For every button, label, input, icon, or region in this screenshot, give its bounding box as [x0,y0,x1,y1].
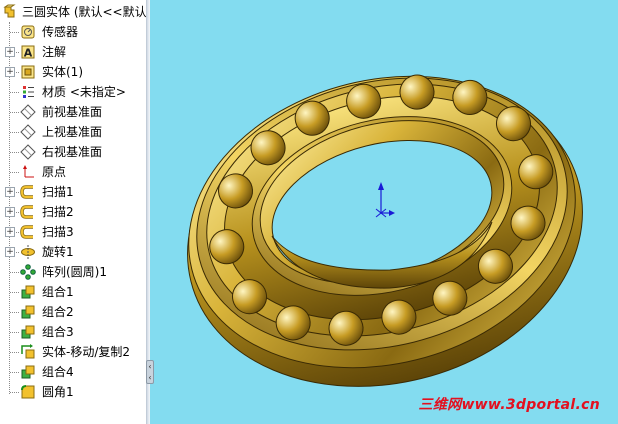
material-icon [23,86,34,98]
part-icon [3,4,16,18]
tree-item-label: 组合3 [42,325,74,339]
tree-connector [10,392,19,393]
tree-connector [10,92,19,93]
tree-connector [10,172,19,173]
tree-connector [10,312,19,313]
watermark: 三维网www.3dportal.cn [418,397,600,413]
sweep-icon [20,185,33,199]
tree-connector [10,332,19,333]
tree-item-label: 前视基准面 [42,105,103,119]
tree-item-label: 圆角1 [42,385,74,399]
expand-toggle[interactable]: + [5,67,15,77]
annotation-icon: A [21,45,35,60]
tree-item[interactable]: 原点 [0,162,146,182]
revolve-icon [21,245,35,259]
tree-item[interactable]: 右视基准面 [0,142,146,162]
tree-item-label: 实体-移动/复制2 [42,345,131,359]
tree-item[interactable]: 上视基准面 [0,122,146,142]
expand-toggle[interactable]: + [5,247,15,257]
tree-item[interactable]: 阵列(圆周)1 [0,262,146,282]
tree-connector [10,112,19,113]
tree-item-label: 组合2 [42,305,74,319]
circular-pattern-icon [20,264,36,280]
plane-icon [20,104,36,120]
move-copy-icon [21,344,35,359]
feature-manager-tree: 三圆实体 (默认<<默认 传感器 + A 注解 + 实体(1) 材质 <未指定> 前视基准面上… [0,0,146,424]
tree-item-label: 材质 <未指定> [42,85,126,99]
tree-item[interactable]: 材质 <未指定> [0,82,146,102]
tree-item[interactable]: 实体-移动/复制2 [0,342,146,362]
tree-item[interactable]: 前视基准面 [0,102,146,122]
tree-item-label: 扫描3 [42,225,74,239]
tree-item[interactable]: 传感器 [0,22,146,42]
sweep-icon [20,205,33,219]
plane-icon [20,124,36,140]
tree-item-label: 扫描1 [42,185,74,199]
expand-toggle[interactable]: + [5,47,15,57]
tree-item-label: 原点 [42,165,67,179]
tree-connector [10,292,19,293]
tree-item-label: 扫描2 [42,205,74,219]
expand-toggle[interactable]: + [5,187,15,197]
tree-item-label: 右视基准面 [42,145,103,159]
tree-connector [10,352,19,353]
graphics-viewport[interactable] [150,0,618,424]
tree-item-label: 旋转1 [42,245,74,259]
combine-icon [21,285,35,299]
tree-root-label: 三圆实体 (默认<<默认 [22,5,146,19]
combine-icon [21,365,35,379]
tree-item[interactable]: + 扫描2 [0,202,146,222]
tree-item-label: 实体(1) [42,65,83,79]
tree-item[interactable]: + 扫描1 [0,182,146,202]
tree-root[interactable]: 三圆实体 (默认<<默认 [0,2,146,22]
svg-text:A: A [24,47,33,60]
tree-item-label: 组合4 [42,365,74,379]
tree-item-label: 传感器 [42,25,79,39]
tree-connector [10,272,19,273]
expand-toggle[interactable]: + [5,227,15,237]
tree-item[interactable]: 组合4 [0,362,146,382]
fillet-icon [21,385,35,399]
tree-item[interactable]: + 扫描3 [0,222,146,242]
tree-item-label: 组合1 [42,285,74,299]
tree-item-label: 上视基准面 [42,125,103,139]
tree-item[interactable]: 圆角1 [0,382,146,402]
plane-icon [20,144,36,160]
tree-item-label: 阵列(圆周)1 [42,265,107,279]
tree-item[interactable]: + 实体(1) [0,62,146,82]
tree-item[interactable]: 组合1 [0,282,146,302]
tree-connector [10,152,19,153]
sensor-icon [21,25,35,39]
origin-icon [23,165,34,178]
tree-item[interactable]: 组合3 [0,322,146,342]
expand-toggle[interactable]: + [5,207,15,217]
solid-bodies-icon [21,65,35,79]
tree-connector [10,32,19,33]
combine-icon [21,305,35,319]
tree-item[interactable]: + A 注解 [0,42,146,62]
combine-icon [21,325,35,339]
tree-item[interactable]: 组合2 [0,302,146,322]
sweep-icon [20,225,33,239]
bearing-model[interactable] [155,37,616,424]
tree-connector [10,132,19,133]
tree-item[interactable]: + 旋转1 [0,242,146,262]
tree-connector [10,372,19,373]
tree-item-label: 注解 [42,45,67,59]
